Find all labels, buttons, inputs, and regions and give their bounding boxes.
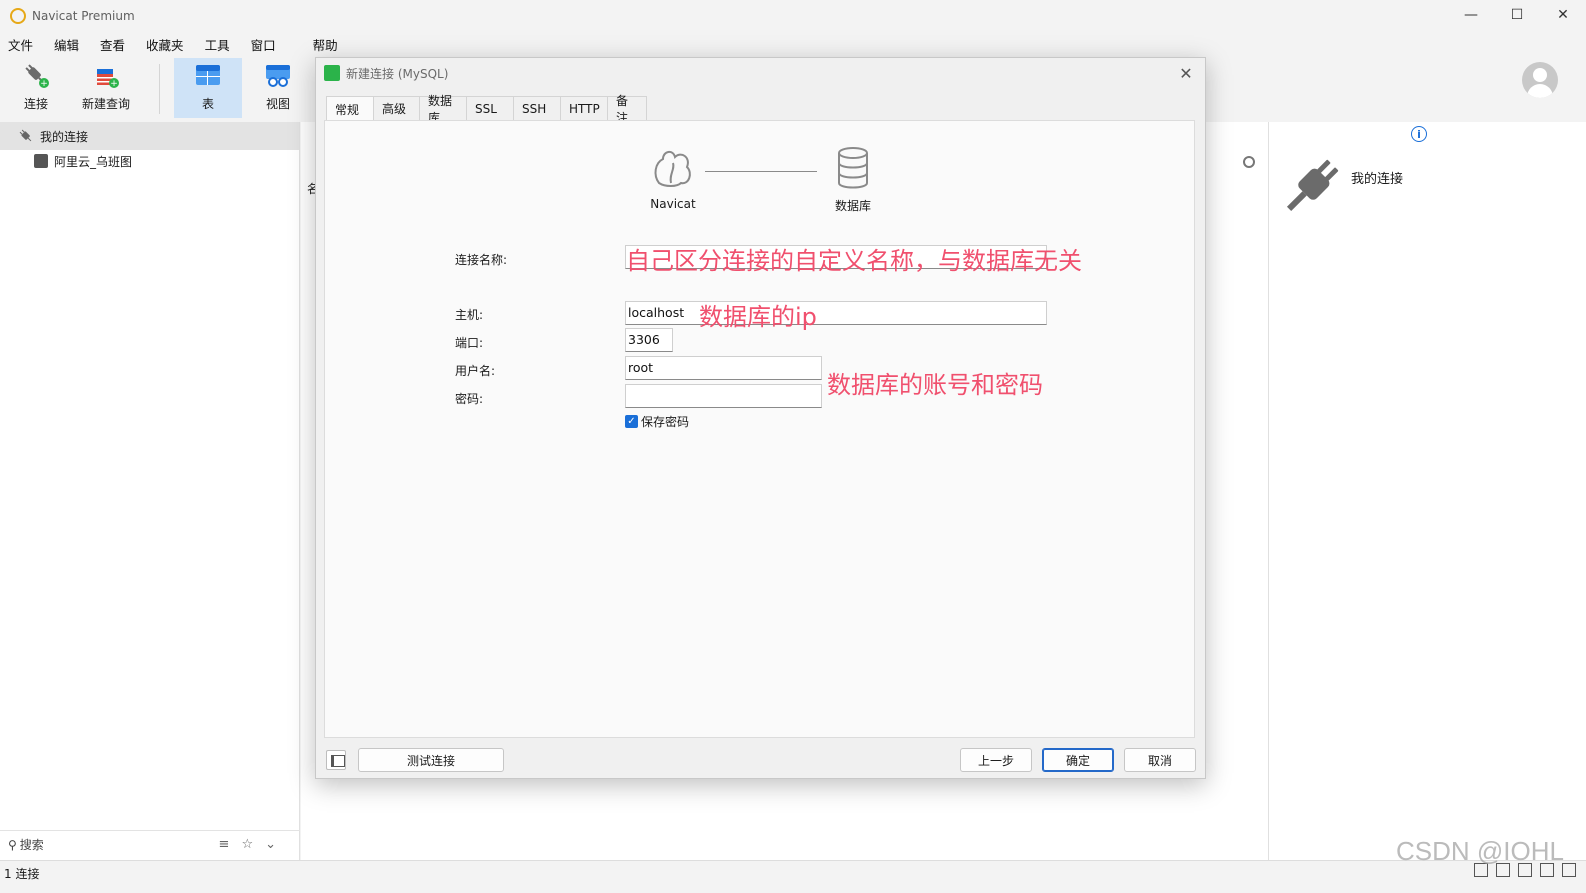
user-field[interactable]: root bbox=[625, 356, 822, 380]
menu-tools[interactable]: 工具 bbox=[197, 35, 243, 54]
test-connection-button[interactable]: 测试连接 bbox=[358, 748, 504, 772]
password-field[interactable] bbox=[625, 384, 822, 408]
status-text: 1 连接 bbox=[4, 867, 40, 881]
app-title: Navicat Premium bbox=[32, 9, 135, 23]
connect-button[interactable]: + 连接 bbox=[2, 58, 70, 118]
new-query-label: 新建查询 bbox=[81, 97, 130, 111]
tab-advanced[interactable]: 高级 bbox=[373, 96, 420, 120]
title-bar: Navicat Premium — ☐ ✕ bbox=[0, 0, 1586, 32]
view-button[interactable]: 视图 bbox=[244, 58, 312, 118]
host-field[interactable]: localhost bbox=[625, 301, 1047, 325]
password-label: 密码: bbox=[455, 392, 484, 406]
view-icon bbox=[264, 61, 292, 89]
tree-root-my-connections[interactable]: 我的连接 bbox=[0, 122, 299, 150]
table-button[interactable]: 表 bbox=[174, 58, 242, 118]
database-icon bbox=[837, 147, 869, 189]
filter-icon[interactable]: ≡ bbox=[219, 837, 230, 852]
navicat-dialog-icon bbox=[324, 65, 340, 81]
toolbar-separator bbox=[159, 64, 160, 114]
diagram-navicat-label: Navicat bbox=[650, 197, 696, 211]
port-field[interactable]: 3306 bbox=[625, 328, 673, 352]
dialog-tabs: 常规 高级 数据库 SSL SSH HTTP 备注 bbox=[326, 94, 647, 125]
minimize-button[interactable]: — bbox=[1448, 0, 1494, 30]
cancel-button[interactable]: 取消 bbox=[1124, 748, 1196, 772]
plug-icon bbox=[18, 129, 34, 143]
host-annotation: 数据库的ip bbox=[699, 303, 817, 331]
new-query-icon: + bbox=[92, 61, 120, 89]
connection-icon bbox=[34, 154, 48, 168]
info-panel: i 我的连接 bbox=[1268, 122, 1586, 860]
connection-line bbox=[705, 171, 817, 172]
menu-file[interactable]: 文件 bbox=[0, 35, 46, 54]
watermark: CSDN @IOHL bbox=[1396, 836, 1564, 866]
tab-general[interactable]: 常规 bbox=[326, 96, 374, 121]
new-query-button[interactable]: + 新建查询 bbox=[72, 58, 140, 118]
info-panel-title: 我的连接 bbox=[1351, 172, 1404, 187]
tab-http[interactable]: HTTP bbox=[560, 96, 608, 120]
navicat-icon bbox=[651, 147, 695, 191]
conn-name-label: 连接名称: bbox=[455, 253, 508, 267]
right-panel-icon[interactable] bbox=[1562, 863, 1576, 877]
maximize-button[interactable]: ☐ bbox=[1494, 0, 1540, 30]
connect-label: 连接 bbox=[23, 97, 48, 111]
menu-window[interactable]: 窗口 bbox=[243, 35, 289, 54]
tab-database[interactable]: 数据库 bbox=[419, 94, 467, 125]
user-avatar[interactable] bbox=[1522, 62, 1558, 98]
sidebar-search[interactable]: ⚲ 搜索 ≡ ☆ ⌄ bbox=[0, 830, 300, 858]
view-label: 视图 bbox=[265, 97, 290, 111]
host-label: 主机: bbox=[455, 308, 484, 322]
plug-large-icon bbox=[1281, 152, 1341, 222]
svg-text:+: + bbox=[40, 79, 48, 89]
table-icon bbox=[194, 61, 222, 89]
conn-name-annotation: 自己区分连接的自定义名称，与数据库无关 bbox=[626, 247, 1082, 275]
tree-item-connection[interactable]: 阿里云_乌班图 bbox=[0, 150, 299, 172]
new-connection-dialog: 新建连接 (MySQL) ✕ 常规 高级 数据库 SSL SSH HTTP 备注… bbox=[315, 57, 1206, 779]
port-label: 端口: bbox=[455, 336, 484, 350]
info-icon[interactable]: i bbox=[1411, 126, 1427, 142]
tree-root-label: 我的连接 bbox=[40, 129, 89, 144]
plug-icon: + bbox=[22, 61, 50, 89]
status-bar: 1 连接 bbox=[0, 860, 1586, 893]
save-password-row[interactable]: ✓ 保存密码 bbox=[625, 413, 689, 430]
menu-favorites[interactable]: 收藏夹 bbox=[138, 35, 197, 54]
tab-ssh[interactable]: SSH bbox=[513, 96, 561, 120]
save-password-checkbox[interactable]: ✓ bbox=[625, 415, 638, 428]
star-icon[interactable]: ☆ bbox=[241, 837, 253, 852]
ok-button[interactable]: 确定 bbox=[1042, 748, 1114, 772]
back-button[interactable]: 上一步 bbox=[960, 748, 1032, 772]
general-tab-panel: Navicat 数据库 连接名称: 自己区分连接的自定义名称，与数据库无关 主机… bbox=[324, 120, 1195, 738]
close-window-button[interactable]: ✕ bbox=[1540, 0, 1586, 30]
navicat-logo-icon bbox=[10, 8, 26, 24]
tab-notes[interactable]: 备注 bbox=[607, 94, 647, 125]
menu-view[interactable]: 查看 bbox=[92, 35, 138, 54]
menu-edit[interactable]: 编辑 bbox=[46, 35, 92, 54]
account-annotation: 数据库的账号和密码 bbox=[827, 371, 1043, 399]
diagram-database-label: 数据库 bbox=[834, 199, 871, 213]
menu-help[interactable]: 帮助 bbox=[305, 35, 351, 54]
dialog-close-button[interactable]: ✕ bbox=[1175, 62, 1197, 84]
connection-sidebar: 我的连接 阿里云_乌班图 ⚲ 搜索 ≡ ☆ ⌄ bbox=[0, 122, 300, 860]
table-label: 表 bbox=[201, 97, 214, 111]
dialog-title: 新建连接 (MySQL) bbox=[346, 66, 449, 81]
user-label: 用户名: bbox=[455, 364, 496, 378]
collapse-icon[interactable]: ⌄ bbox=[265, 837, 276, 852]
menu-bar: 文件 编辑 查看 收藏夹 工具 窗口 帮助 bbox=[0, 32, 351, 56]
svg-text:+: + bbox=[110, 79, 118, 89]
panel-toggle-button[interactable] bbox=[326, 750, 346, 770]
search-input[interactable]: 搜索 bbox=[20, 836, 44, 853]
search-icon[interactable] bbox=[1243, 156, 1255, 168]
search-icon: ⚲ bbox=[8, 837, 17, 852]
window-controls: — ☐ ✕ bbox=[1448, 0, 1586, 30]
save-password-label: 保存密码 bbox=[641, 415, 690, 429]
dialog-title-bar: 新建连接 (MySQL) ✕ bbox=[316, 58, 1205, 88]
tab-ssl[interactable]: SSL bbox=[466, 96, 514, 120]
tree-item-label: 阿里云_乌班图 bbox=[54, 154, 133, 169]
